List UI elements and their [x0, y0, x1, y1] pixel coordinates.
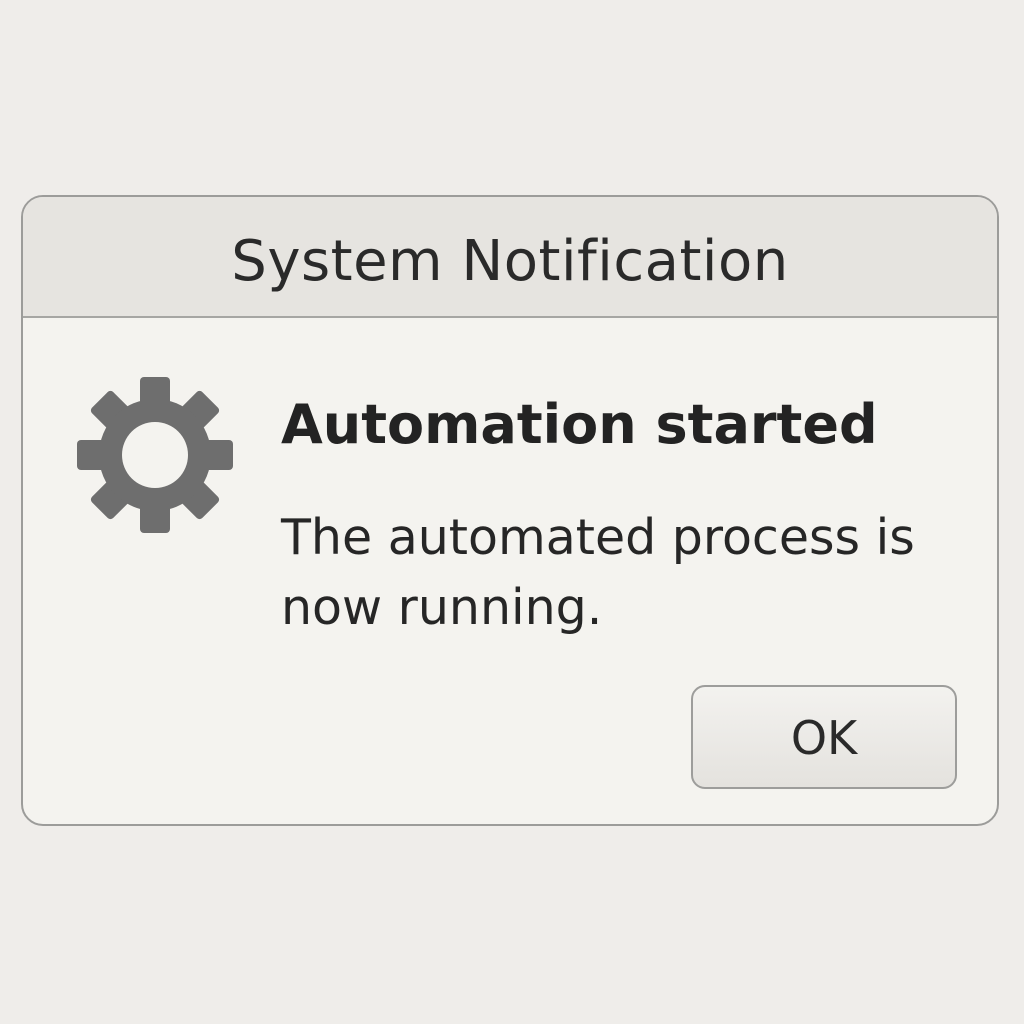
ok-button[interactable]: OK — [691, 685, 957, 789]
notification-heading: Automation started — [281, 393, 878, 456]
notification-message: The automated process is now running. — [281, 509, 915, 636]
dialog-title-bar: System Notification — [23, 197, 997, 318]
dialog-title: System Notification — [231, 229, 789, 294]
gear-icon — [77, 377, 233, 533]
notification-dialog: System Notification Automation started T… — [21, 195, 999, 826]
ok-button-label: OK — [790, 711, 858, 765]
